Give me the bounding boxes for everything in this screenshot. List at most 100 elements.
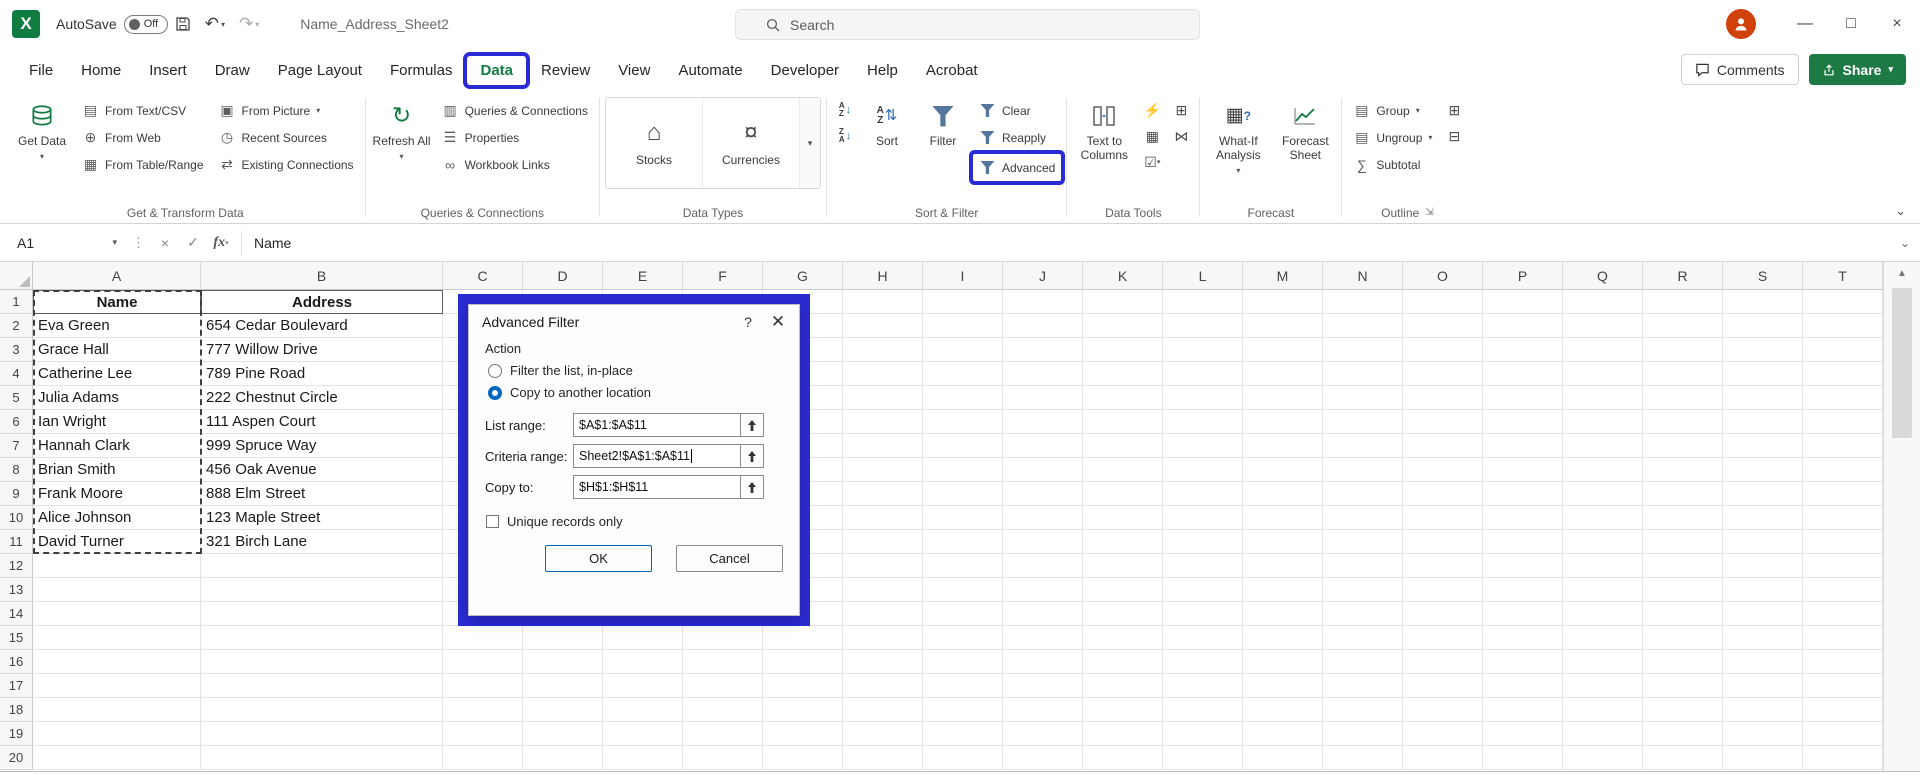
hide-detail-button[interactable]: ⊟ [1441, 123, 1467, 149]
cell-B1[interactable]: Address [201, 290, 443, 314]
cell-T15[interactable] [1803, 626, 1883, 650]
formula-input[interactable]: Name [248, 235, 1890, 251]
cell-P15[interactable] [1483, 626, 1563, 650]
row-header-7[interactable]: 7 [0, 434, 33, 458]
cell-O15[interactable] [1403, 626, 1483, 650]
cell-R8[interactable] [1643, 458, 1723, 482]
cell-P17[interactable] [1483, 674, 1563, 698]
select-all-corner[interactable] [0, 262, 33, 289]
cell-B8[interactable]: 456 Oak Avenue [201, 458, 443, 482]
cell-T5[interactable] [1803, 386, 1883, 410]
cell-I14[interactable] [923, 602, 1003, 626]
cell-M5[interactable] [1243, 386, 1323, 410]
cell-F20[interactable] [683, 746, 763, 770]
undo-button[interactable]: ↶ ▾ [198, 9, 232, 39]
cell-H18[interactable] [843, 698, 923, 722]
ungroup-button[interactable]: ▤ Ungroup ▾ [1347, 124, 1438, 151]
row-header-9[interactable]: 9 [0, 482, 33, 506]
cell-T7[interactable] [1803, 434, 1883, 458]
cell-B3[interactable]: 777 Willow Drive [201, 338, 443, 362]
cell-M15[interactable] [1243, 626, 1323, 650]
cell-H6[interactable] [843, 410, 923, 434]
cell-A17[interactable] [33, 674, 201, 698]
cell-N2[interactable] [1323, 314, 1403, 338]
cell-P3[interactable] [1483, 338, 1563, 362]
column-header-K[interactable]: K [1083, 262, 1163, 289]
currencies-card[interactable]: ¤ Currencies [703, 98, 800, 188]
cell-O6[interactable] [1403, 410, 1483, 434]
cell-P16[interactable] [1483, 650, 1563, 674]
cell-E20[interactable] [603, 746, 683, 770]
cell-J10[interactable] [1003, 506, 1083, 530]
cell-D15[interactable] [523, 626, 603, 650]
tab-automate[interactable]: Automate [665, 56, 755, 85]
tab-formulas[interactable]: Formulas [377, 56, 466, 85]
cell-F17[interactable] [683, 674, 763, 698]
cell-T19[interactable] [1803, 722, 1883, 746]
column-header-F[interactable]: F [683, 262, 763, 289]
cell-H8[interactable] [843, 458, 923, 482]
cell-A3[interactable]: Grace Hall [33, 338, 201, 362]
cell-P6[interactable] [1483, 410, 1563, 434]
flash-fill-button[interactable]: ⚡ [1139, 97, 1165, 123]
scroll-up-arrow-icon[interactable]: ▲ [1884, 262, 1920, 284]
cell-T13[interactable] [1803, 578, 1883, 602]
cell-C16[interactable] [443, 650, 523, 674]
cell-A18[interactable] [33, 698, 201, 722]
cell-C18[interactable] [443, 698, 523, 722]
recent-sources-button[interactable]: ◷ Recent Sources [213, 124, 360, 151]
cell-J8[interactable] [1003, 458, 1083, 482]
cell-K20[interactable] [1083, 746, 1163, 770]
cell-P20[interactable] [1483, 746, 1563, 770]
cell-H16[interactable] [843, 650, 923, 674]
show-detail-button[interactable]: ⊞ [1441, 97, 1467, 123]
cell-E17[interactable] [603, 674, 683, 698]
cell-I17[interactable] [923, 674, 1003, 698]
cell-R20[interactable] [1643, 746, 1723, 770]
cell-S1[interactable] [1723, 290, 1803, 314]
cell-G18[interactable] [763, 698, 843, 722]
cell-Q16[interactable] [1563, 650, 1643, 674]
cell-O12[interactable] [1403, 554, 1483, 578]
cell-C17[interactable] [443, 674, 523, 698]
cell-J2[interactable] [1003, 314, 1083, 338]
column-header-M[interactable]: M [1243, 262, 1323, 289]
cell-T18[interactable] [1803, 698, 1883, 722]
column-header-S[interactable]: S [1723, 262, 1803, 289]
tab-page-layout[interactable]: Page Layout [265, 56, 375, 85]
cell-Q14[interactable] [1563, 602, 1643, 626]
cell-O16[interactable] [1403, 650, 1483, 674]
cell-R12[interactable] [1643, 554, 1723, 578]
cell-N16[interactable] [1323, 650, 1403, 674]
cell-A20[interactable] [33, 746, 201, 770]
cell-L14[interactable] [1163, 602, 1243, 626]
cell-M12[interactable] [1243, 554, 1323, 578]
stocks-card[interactable]: ⌂ Stocks [606, 98, 703, 188]
properties-button[interactable]: ☰ Properties [436, 124, 594, 151]
outline-dialog-launcher[interactable]: ⇲ [1425, 207, 1433, 218]
tab-view[interactable]: View [605, 56, 663, 85]
cell-N8[interactable] [1323, 458, 1403, 482]
cell-A12[interactable] [33, 554, 201, 578]
consolidate-button[interactable]: ⊞ [1168, 97, 1194, 123]
cell-B4[interactable]: 789 Pine Road [201, 362, 443, 386]
cell-R13[interactable] [1643, 578, 1723, 602]
dialog-close-button[interactable]: ✕ [763, 308, 793, 336]
cell-D19[interactable] [523, 722, 603, 746]
cell-O13[interactable] [1403, 578, 1483, 602]
cell-L4[interactable] [1163, 362, 1243, 386]
cell-B15[interactable] [201, 626, 443, 650]
cell-L19[interactable] [1163, 722, 1243, 746]
cell-J14[interactable] [1003, 602, 1083, 626]
cell-T9[interactable] [1803, 482, 1883, 506]
from-text-csv-button[interactable]: ▤ From Text/CSV [76, 97, 210, 124]
cell-S19[interactable] [1723, 722, 1803, 746]
tab-acrobat[interactable]: Acrobat [913, 56, 991, 85]
redo-button[interactable]: ↷ ▾ [232, 9, 266, 39]
scrollbar-thumb[interactable] [1892, 288, 1912, 438]
cell-A13[interactable] [33, 578, 201, 602]
unique-records-checkbox[interactable]: Unique records only [486, 514, 783, 529]
text-to-columns-button[interactable]: Text to Columns [1072, 95, 1136, 191]
cell-K5[interactable] [1083, 386, 1163, 410]
forecast-sheet-button[interactable]: Forecast Sheet [1274, 95, 1336, 191]
